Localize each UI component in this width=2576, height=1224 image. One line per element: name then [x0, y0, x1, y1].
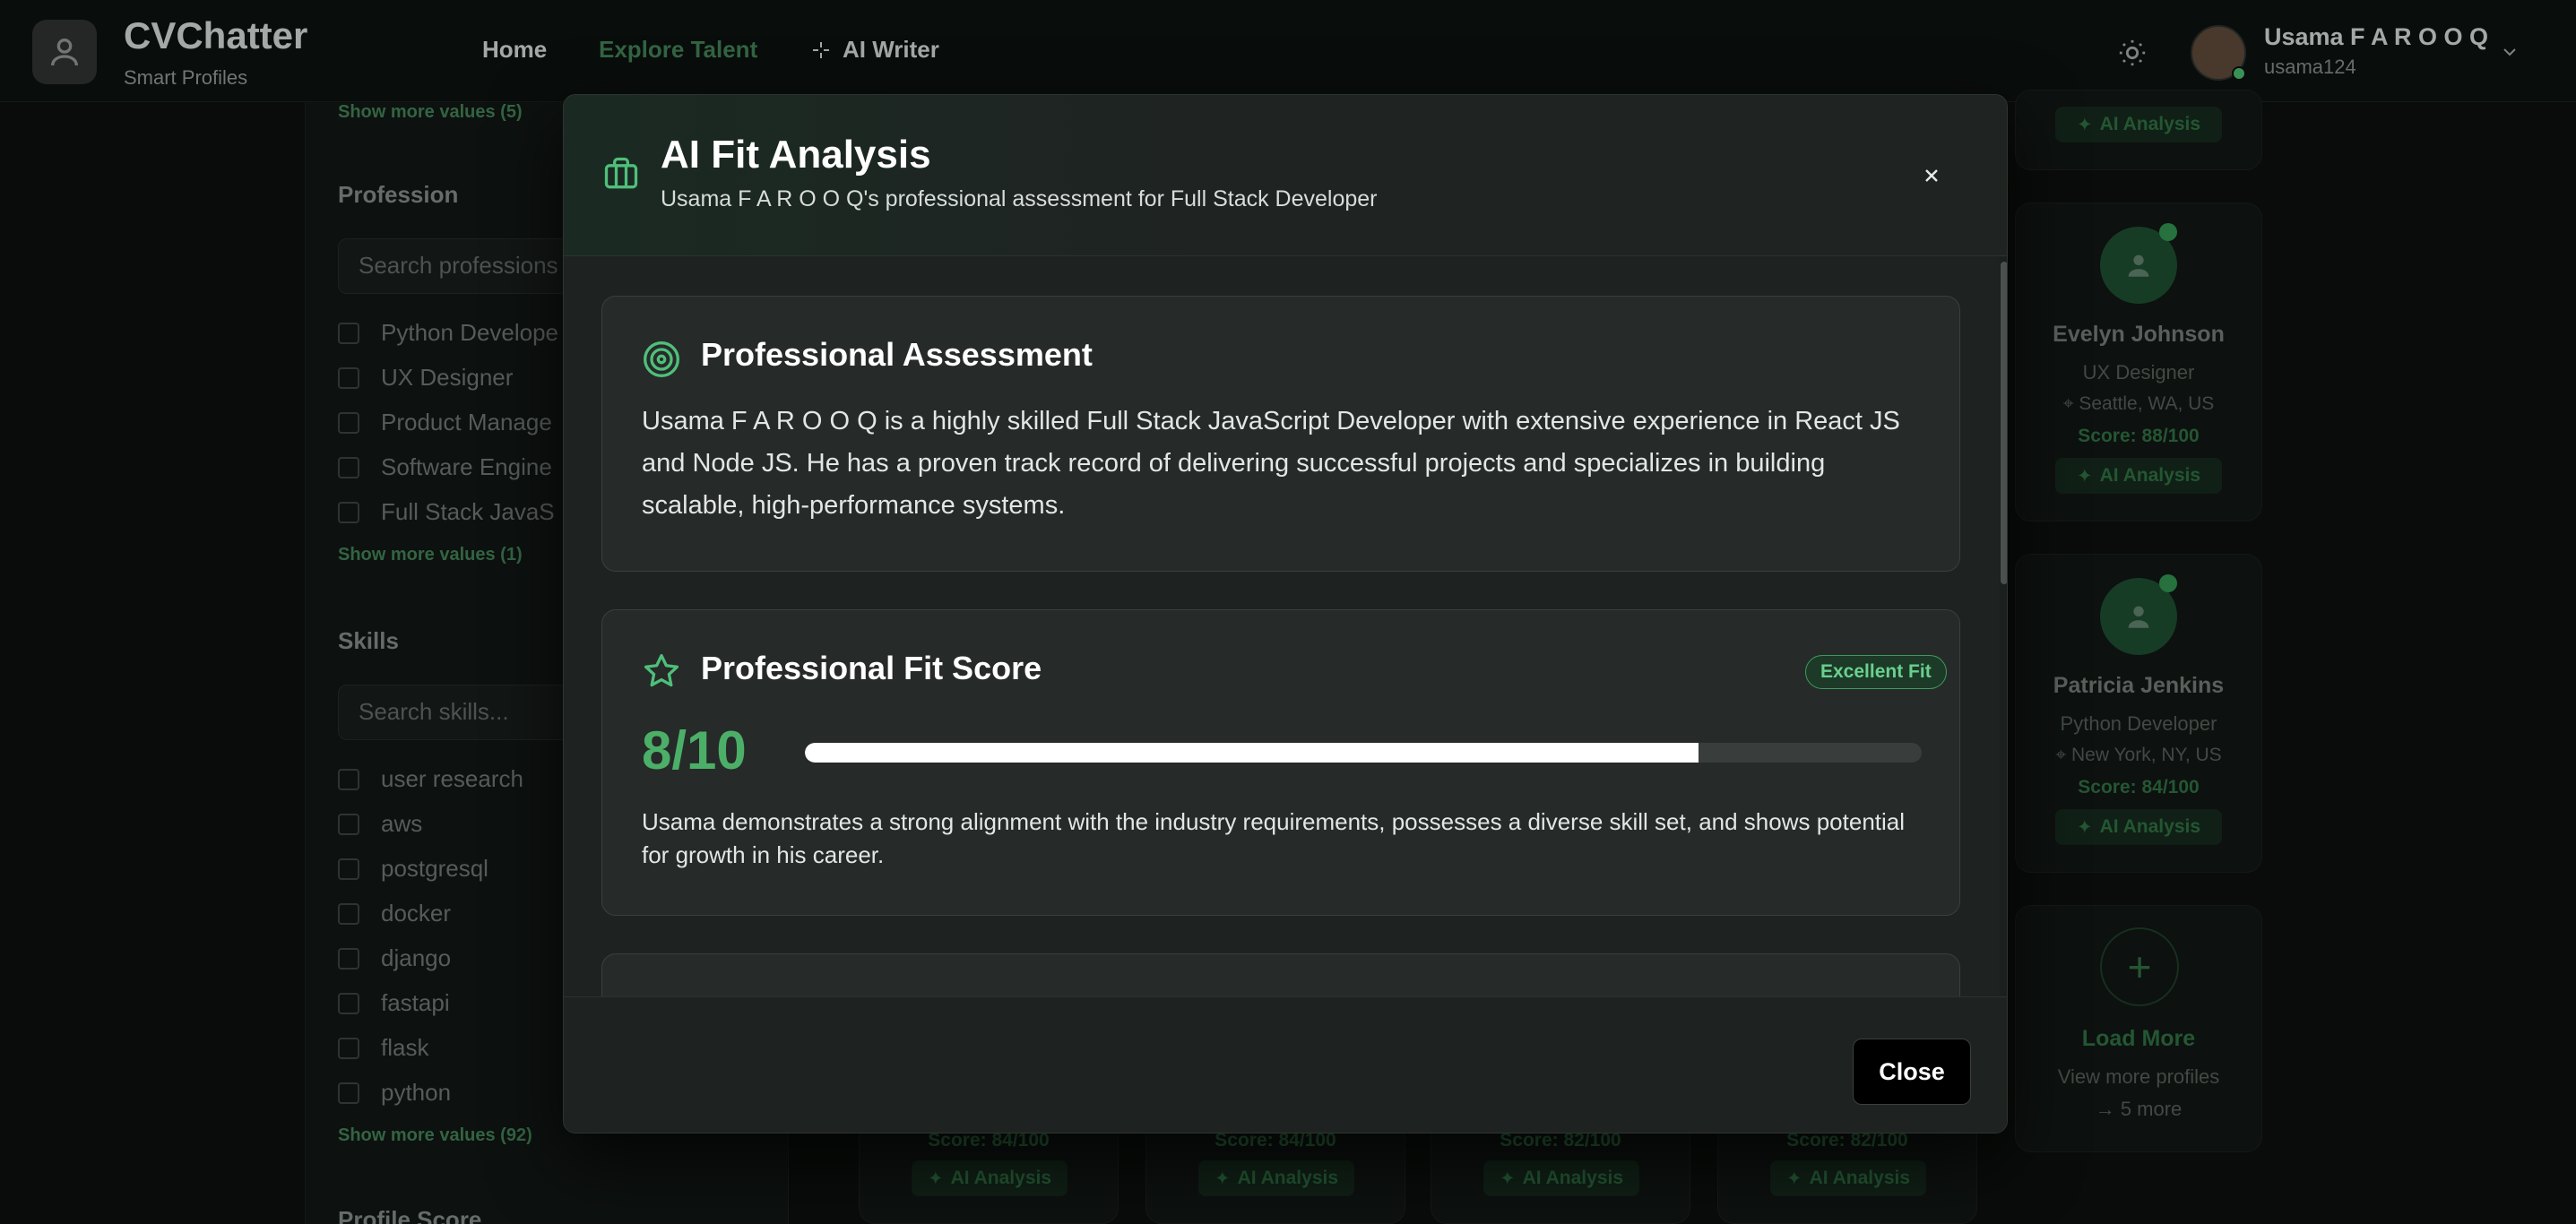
- fit-score-value: 8/10: [642, 720, 747, 780]
- close-icon[interactable]: [1915, 159, 1948, 192]
- modal-body[interactable]: Professional Assessment Usama F A R O O …: [564, 256, 2007, 996]
- fit-score-bar: [805, 743, 1922, 763]
- modal-subtitle: Usama F A R O O Q's professional assessm…: [661, 186, 1378, 211]
- fit-score-bar-fill: [805, 743, 1699, 763]
- fit-score-panel: Professional Fit Score Excellent Fit 8/1…: [601, 609, 1960, 916]
- modal-title: AI Fit Analysis: [661, 133, 931, 177]
- star-icon: [644, 653, 679, 687]
- briefcase-icon: [604, 157, 638, 189]
- close-button[interactable]: Close: [1853, 1039, 1971, 1105]
- next-panel: [601, 953, 1960, 996]
- modal-header: AI Fit Analysis Usama F A R O O Q's prof…: [564, 95, 2007, 256]
- assessment-panel: Professional Assessment Usama F A R O O …: [601, 296, 1960, 572]
- fit-score-text: Usama demonstrates a strong alignment wi…: [642, 808, 1906, 868]
- assessment-title: Professional Assessment: [701, 336, 1093, 373]
- scrollbar-thumb[interactable]: [2001, 262, 2007, 584]
- ai-fit-analysis-modal: AI Fit Analysis Usama F A R O O Q's prof…: [563, 94, 2008, 1133]
- fit-score-title: Professional Fit Score: [701, 650, 1042, 686]
- assessment-text: Usama F A R O O Q is a highly skilled Fu…: [642, 407, 1900, 520]
- fit-badge: Excellent Fit: [1805, 655, 1947, 689]
- modal-footer: Close: [564, 996, 2007, 1133]
- target-icon: [644, 341, 679, 377]
